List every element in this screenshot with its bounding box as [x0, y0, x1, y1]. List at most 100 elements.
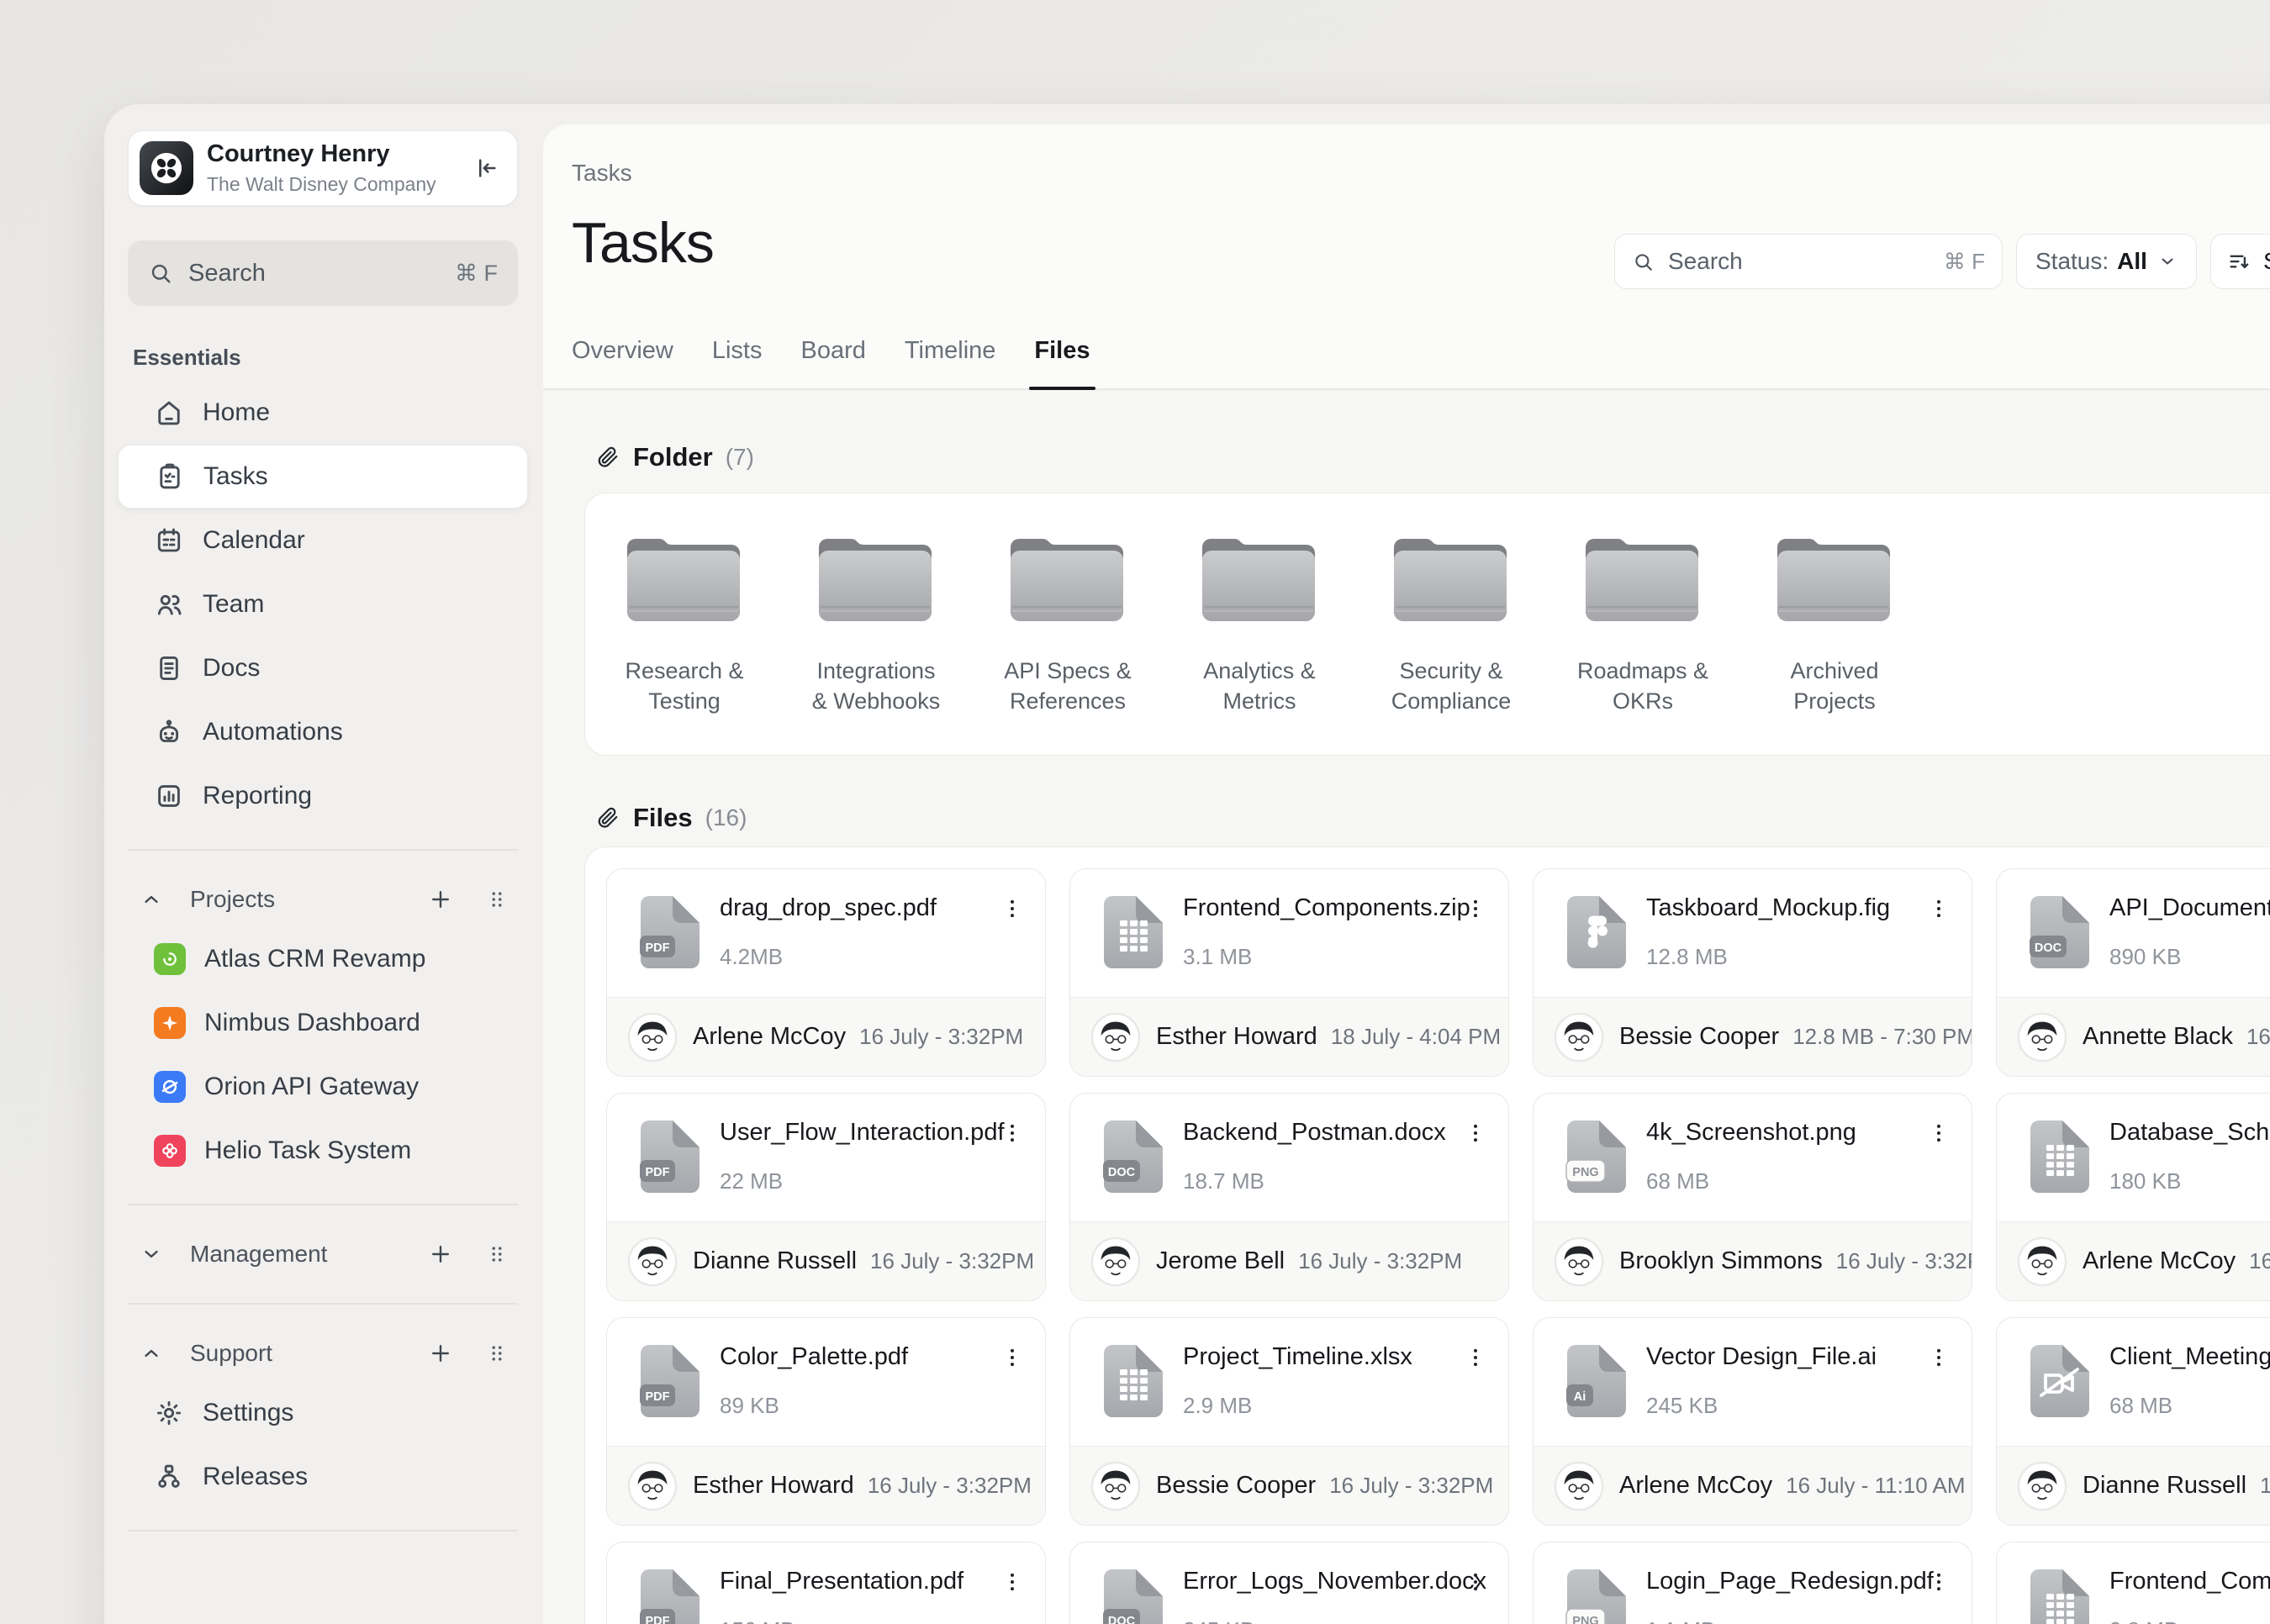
breadcrumb[interactable]: Tasks [572, 160, 2270, 187]
project-item[interactable]: Orion API Gateway [128, 1055, 518, 1119]
chevron-down-icon [2157, 251, 2178, 272]
sidebar-item[interactable]: Tasks [118, 445, 528, 509]
projects-list: Atlas CRM Revamp Nimbus Dashboard Orion … [128, 927, 518, 1183]
support-group-header[interactable]: Support [128, 1326, 518, 1381]
folder-item[interactable]: API Specs & References [999, 524, 1137, 716]
file-card[interactable]: PDF User_Flow_Interaction.pdf 22 MB Dian… [606, 1093, 1046, 1301]
sidebar-item[interactable]: Reporting [128, 764, 518, 828]
project-label: Atlas CRM Revamp [204, 945, 425, 973]
tab[interactable]: Board [801, 337, 866, 388]
file-type-pdf-icon: PDF [639, 1119, 701, 1194]
project-item[interactable]: Nimbus Dashboard [128, 991, 518, 1055]
file-card[interactable]: Database_Schema.xlsx 180 KB Arlene McCoy… [1996, 1093, 2270, 1301]
sidebar-search[interactable]: Search ⌘ F [128, 240, 518, 306]
kebab-menu-icon[interactable] [1463, 1345, 1488, 1370]
file-card[interactable]: DOC API_Documentation.docx 890 KB Annett… [1996, 868, 2270, 1077]
chevron-up-icon[interactable] [140, 888, 163, 911]
file-type-pdf-icon: PDF [639, 894, 701, 970]
file-owner: Esther Howard [1156, 1023, 1317, 1051]
files-section-title: Files [633, 803, 693, 833]
folder-item[interactable]: Archived Projects [1766, 524, 1903, 716]
sidebar-item[interactable]: Releases [128, 1445, 518, 1509]
sidebar-item[interactable]: Automations [128, 700, 518, 764]
status-filter-dropdown[interactable]: Status: All [2016, 234, 2197, 289]
add-support-icon[interactable] [427, 1340, 454, 1367]
kebab-menu-icon[interactable] [1463, 896, 1488, 921]
file-name: Frontend_Components.zip [2109, 1568, 2270, 1595]
file-card[interactable]: DOC Error_Logs_November.docx 245 KB [1069, 1542, 1509, 1624]
sidebar-item[interactable]: Home [128, 381, 518, 445]
file-card[interactable]: Project_Timeline.xlsx 2.9 MB Bessie Coop… [1069, 1317, 1509, 1526]
files-search-input[interactable]: Search ⌘ F [1614, 234, 2003, 289]
folder-item[interactable]: Security & Compliance [1382, 524, 1520, 716]
kebab-menu-icon[interactable] [1926, 896, 1951, 921]
tab[interactable]: Lists [712, 337, 763, 388]
drag-handle-icon[interactable] [484, 887, 509, 912]
sidebar-item-label: Docs [203, 654, 260, 683]
orion-icon [154, 1071, 186, 1103]
kebab-menu-icon[interactable] [1926, 1120, 1951, 1146]
add-management-icon[interactable] [427, 1241, 454, 1268]
file-card[interactable]: PDF Final_Presentation.pdf 156 MB [606, 1542, 1046, 1624]
management-label: Management [190, 1241, 327, 1268]
file-card[interactable]: Client_Meeting.mp4 68 MB Dianne Russell … [1996, 1317, 2270, 1526]
chevron-up-icon[interactable] [140, 1342, 163, 1365]
file-card[interactable]: DOC Backend_Postman.docx 18.7 MB Jerome … [1069, 1093, 1509, 1301]
kebab-menu-icon[interactable] [1000, 1120, 1025, 1146]
management-group-header[interactable]: Management [128, 1226, 518, 1282]
file-card[interactable]: Frontend_Components.zip 9.8 MB [1996, 1542, 2270, 1624]
sidebar-item-label: Tasks [203, 462, 268, 491]
workspace-switcher[interactable]: Courtney Henry The Walt Disney Company [128, 130, 518, 206]
sidebar-item[interactable]: Docs [128, 636, 518, 700]
collapse-sidebar-icon[interactable] [473, 155, 500, 182]
kebab-menu-icon[interactable] [1463, 1120, 1488, 1146]
folder-item[interactable]: Integrations & Webhooks [807, 524, 945, 716]
kebab-menu-icon[interactable] [1000, 896, 1025, 921]
kebab-menu-icon[interactable] [1926, 1569, 1951, 1595]
svg-text:PDF: PDF [646, 1390, 670, 1404]
file-name: Taskboard_Mockup.fig [1646, 894, 1890, 922]
file-card[interactable]: PNG Login_Page_Redesign.pdf 1.1 MB [1533, 1542, 1972, 1624]
file-card[interactable]: Frontend_Components.zip 3.1 MB Esther Ho… [1069, 868, 1509, 1077]
svg-text:PDF: PDF [646, 1166, 670, 1179]
drag-handle-icon[interactable] [484, 1242, 509, 1267]
file-card[interactable]: Taskboard_Mockup.fig 12.8 MB Bessie Coop… [1533, 868, 1972, 1077]
file-owner: Dianne Russell [2083, 1472, 2246, 1500]
folder-item[interactable]: Research & Testing [615, 524, 753, 716]
tab[interactable]: Overview [572, 337, 673, 388]
file-name: Error_Logs_November.docx [1183, 1568, 1485, 1595]
sidebar-search-placeholder: Search [188, 260, 266, 287]
sidebar-item[interactable]: Team [128, 572, 518, 636]
tab[interactable]: Files [1034, 337, 1090, 388]
add-project-icon[interactable] [427, 886, 454, 913]
file-card[interactable]: PDF drag_drop_spec.pdf 4.2MB Arlene McCo… [606, 868, 1046, 1077]
files-grid: PDF drag_drop_spec.pdf 4.2MB Arlene McCo… [584, 846, 2270, 1624]
file-card[interactable]: PDF Color_Palette.pdf 89 KB Esther Howar… [606, 1317, 1046, 1526]
sort-button[interactable]: Sort [2210, 234, 2270, 289]
file-owner: Bessie Cooper [1156, 1472, 1316, 1500]
folder-item[interactable]: Analytics & Metrics [1190, 524, 1328, 716]
avatar [2017, 1461, 2067, 1511]
file-date: 16 July - 3:32PM [870, 1248, 1034, 1274]
paperclip-icon [595, 805, 620, 830]
project-item[interactable]: Helio Task System [128, 1119, 518, 1183]
helio-icon [154, 1135, 186, 1167]
kebab-menu-icon[interactable] [1926, 1345, 1951, 1370]
chevron-down-icon[interactable] [140, 1242, 163, 1266]
kebab-menu-icon[interactable] [1000, 1345, 1025, 1370]
folder-item[interactable]: Roadmaps & OKRs [1574, 524, 1712, 716]
tab[interactable]: Timeline [905, 337, 996, 388]
kebab-menu-icon[interactable] [1463, 1569, 1488, 1595]
file-card[interactable]: PNG 4k_Screenshot.png 68 MB Brooklyn Sim… [1533, 1093, 1972, 1301]
file-card[interactable]: Ai Vector Design_File.ai 245 KB Arlene M… [1533, 1317, 1972, 1526]
file-owner: Brooklyn Simmons [1619, 1247, 1823, 1275]
drag-handle-icon[interactable] [484, 1341, 509, 1366]
project-item[interactable]: Atlas CRM Revamp [128, 927, 518, 991]
paperclip-icon [595, 445, 620, 470]
projects-group-header[interactable]: Projects [128, 872, 518, 927]
user-name: Courtney Henry [207, 140, 436, 168]
files-view: Folder (7) Research & Testing Integratio… [543, 390, 2270, 1624]
sidebar-item[interactable]: Calendar [128, 509, 518, 572]
sidebar-item[interactable]: Settings [128, 1381, 518, 1445]
kebab-menu-icon[interactable] [1000, 1569, 1025, 1595]
